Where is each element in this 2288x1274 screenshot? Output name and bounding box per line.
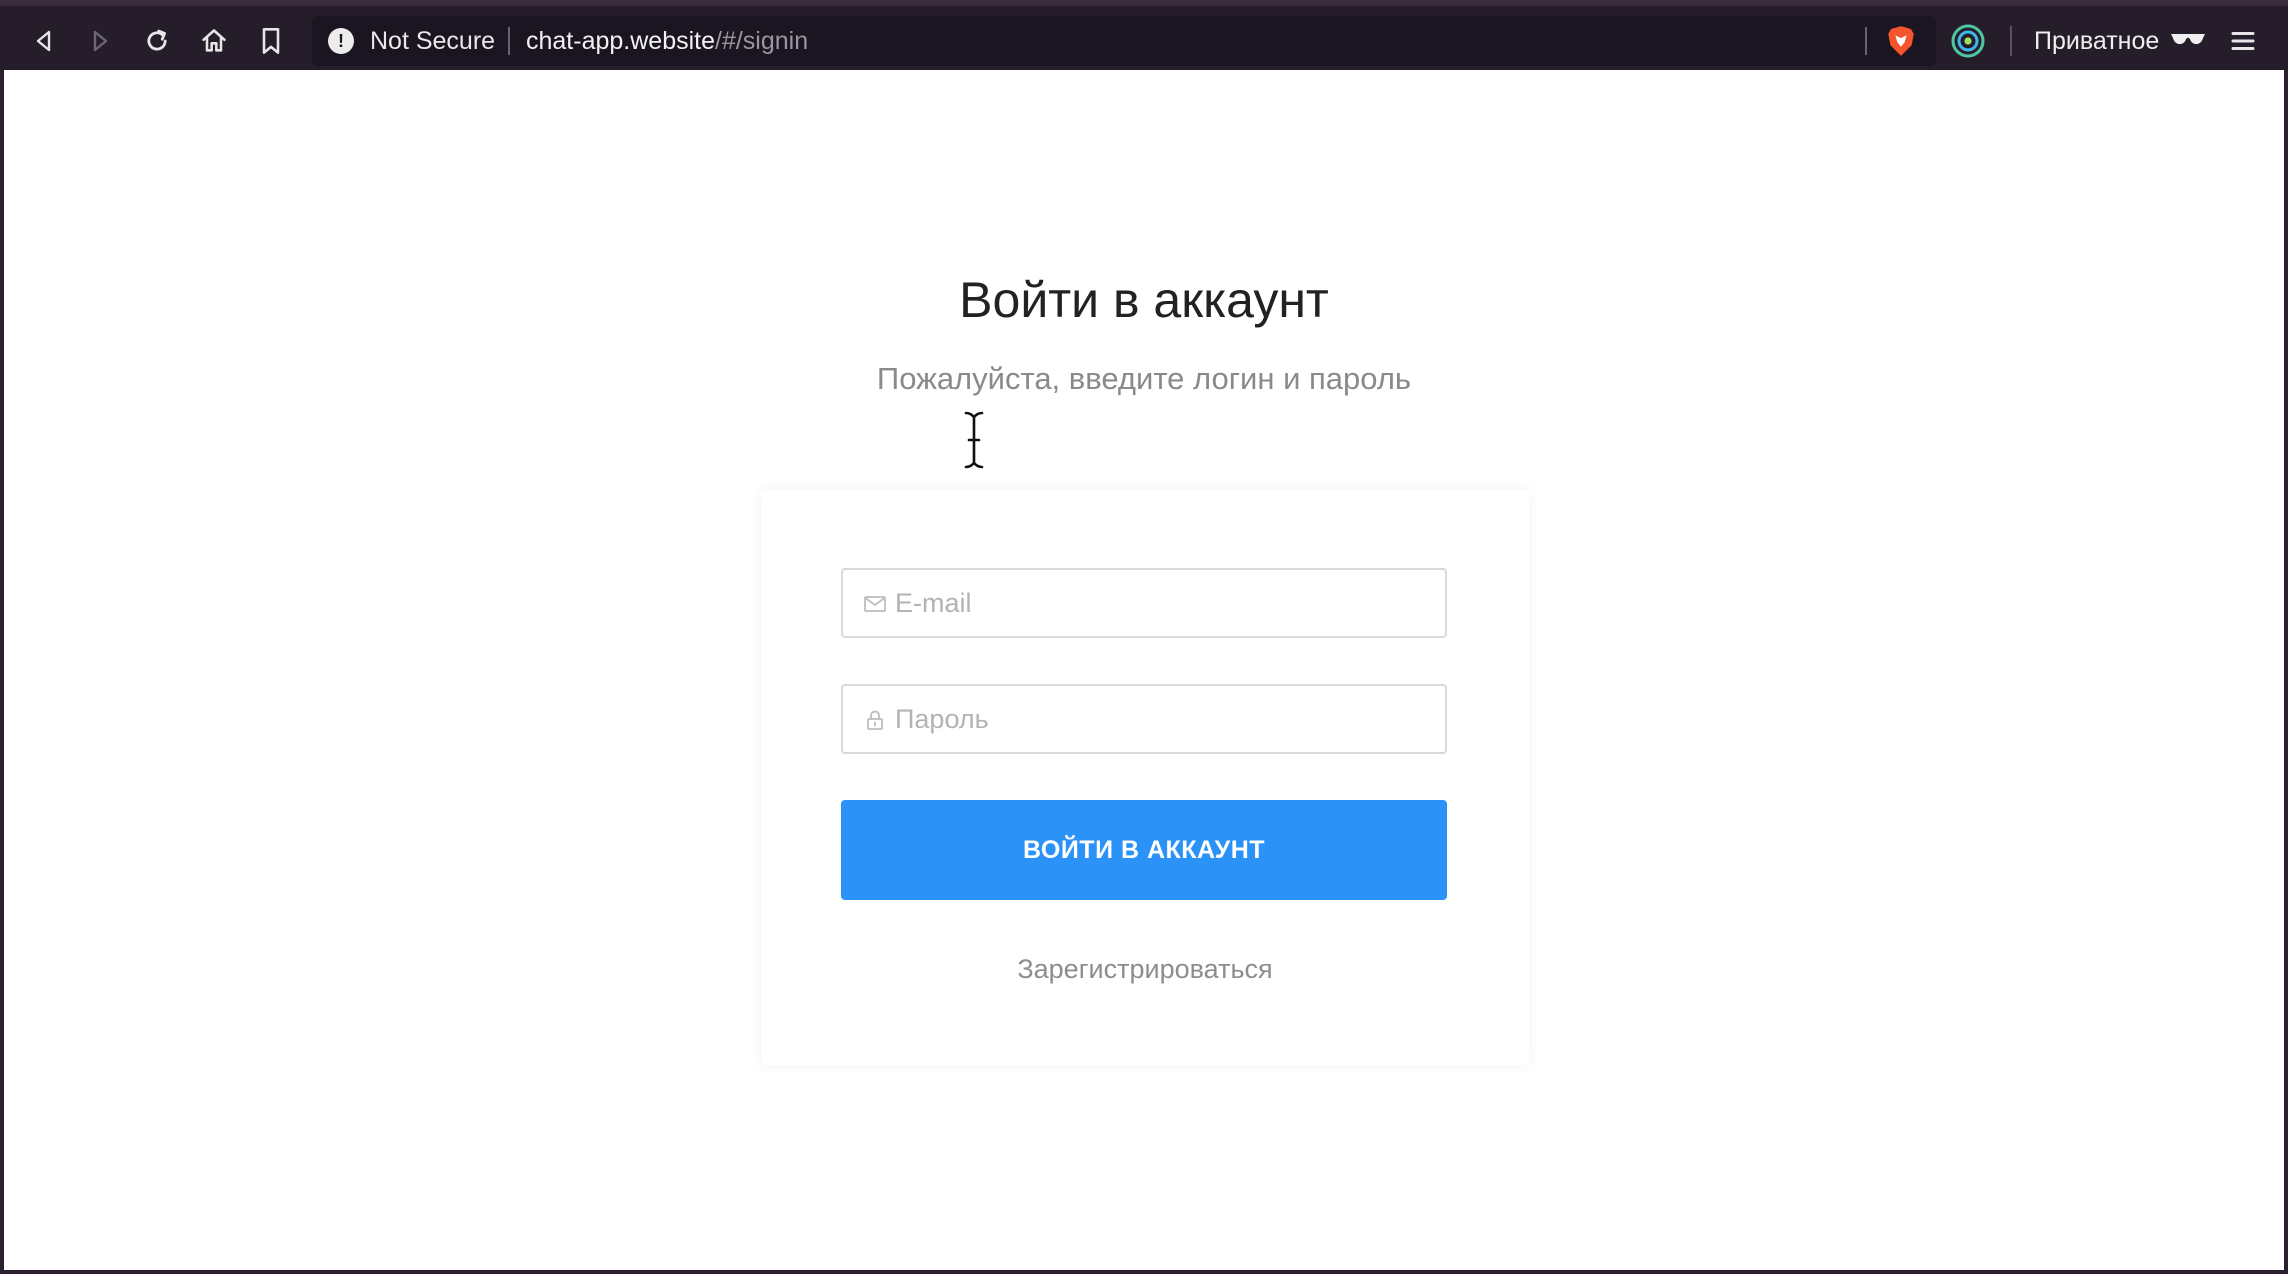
email-field[interactable] bbox=[841, 568, 1447, 638]
page-title: Войти в аккаунт bbox=[959, 272, 1329, 328]
password-field[interactable] bbox=[841, 684, 1447, 754]
url-divider-right bbox=[1865, 27, 1867, 55]
extension-icon[interactable] bbox=[1950, 23, 1986, 59]
not-secure-label[interactable]: Not Secure bbox=[370, 16, 495, 66]
page-viewport: Войти в аккаунт Пожалуйста, введите логи… bbox=[4, 70, 2284, 1270]
password-input[interactable] bbox=[895, 686, 1435, 752]
brave-shield-icon[interactable] bbox=[1884, 24, 1918, 58]
reload-icon bbox=[147, 29, 167, 51]
address-bar[interactable]: ! Not Secure chat-app.website/#/signin bbox=[312, 16, 1936, 66]
home-button[interactable] bbox=[192, 19, 236, 63]
home-icon bbox=[202, 29, 226, 52]
private-glasses-icon bbox=[2171, 34, 2205, 45]
forward-button[interactable] bbox=[78, 19, 122, 63]
back-button[interactable] bbox=[22, 19, 66, 63]
private-window-label: Приватное bbox=[2034, 27, 2160, 55]
toolbar-divider bbox=[2010, 26, 2012, 56]
url-path: /#/signin bbox=[715, 27, 809, 55]
page-subtitle: Пожалуйста, введите логин и пароль bbox=[876, 361, 1412, 396]
signin-form: ВОЙТИ В АККАУНТ Зарегистрироваться bbox=[761, 490, 1529, 1065]
url-divider bbox=[508, 27, 510, 55]
bookmark-icon bbox=[262, 28, 280, 54]
email-input[interactable] bbox=[895, 570, 1435, 636]
bookmark-button[interactable] bbox=[249, 19, 293, 63]
forward-icon bbox=[93, 30, 108, 52]
back-icon bbox=[36, 30, 51, 52]
register-link[interactable]: Зарегистрироваться bbox=[761, 954, 1529, 985]
signin-button[interactable]: ВОЙТИ В АККАУНТ bbox=[841, 800, 1447, 900]
lock-icon bbox=[867, 710, 883, 730]
menu-icon[interactable] bbox=[2228, 26, 2258, 56]
reload-button[interactable] bbox=[135, 19, 179, 63]
mail-icon bbox=[864, 596, 886, 612]
url-host: chat-app.website bbox=[526, 27, 716, 55]
text-cursor-icon bbox=[963, 410, 985, 470]
url-text[interactable]: chat-app.website/#/signin bbox=[526, 16, 808, 66]
warning-icon[interactable]: ! bbox=[328, 28, 354, 54]
browser-toolbar: ! Not Secure chat-app.website/#/signin П… bbox=[0, 0, 2288, 70]
